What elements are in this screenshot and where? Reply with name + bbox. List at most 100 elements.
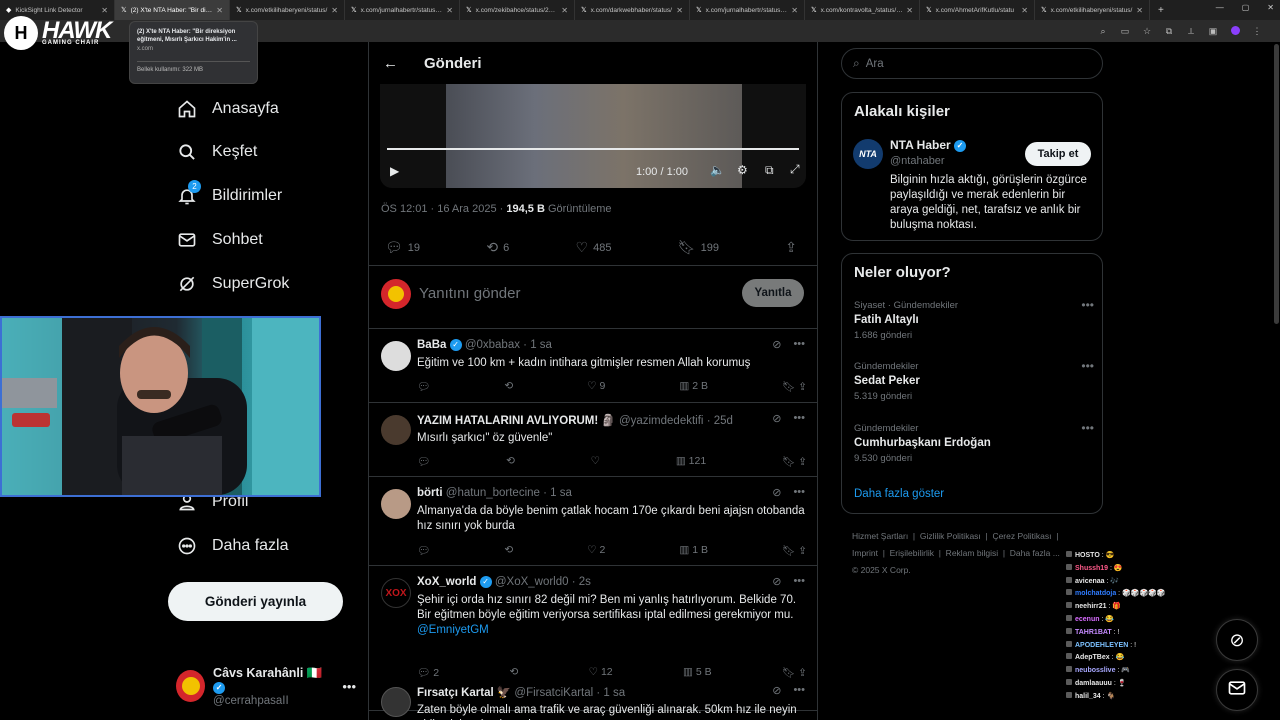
fullscreen-icon[interactable]: ⤢ <box>790 162 800 177</box>
video-progress-bar[interactable] <box>387 148 799 150</box>
footer-line[interactable]: Hizmet Şartları | Gizlilik Politikası | … <box>852 528 1092 545</box>
grok-icon[interactable]: ⊘ <box>772 412 781 425</box>
reply-item[interactable]: Fırsatçı Kartal 🦅 @FirsatciKartal · 1 sa… <box>369 675 817 720</box>
maximize-icon[interactable]: ▢ <box>1242 3 1250 12</box>
like-action[interactable]: ♡ 485 <box>576 239 612 256</box>
avatar[interactable]: NTA <box>853 139 883 169</box>
trend-item[interactable]: Gündemdekiler Cumhurbaşkanı Erdoğan 9.53… <box>854 421 1094 464</box>
repost-icon[interactable]: ⟲ <box>504 544 513 557</box>
close-tab-icon[interactable]: ✕ <box>561 6 568 15</box>
browser-tab[interactable]: 𝕏x.com/kontravolta_/status/20 ✕ <box>805 0 920 20</box>
share-icon[interactable]: 🔖︎ ⇪ <box>782 544 807 557</box>
share-icon[interactable]: 🔖︎ ⇪ <box>782 455 807 468</box>
more-icon[interactable]: ••• <box>793 486 805 499</box>
grok-icon[interactable]: ⊘ <box>772 575 781 588</box>
settings-icon[interactable]: ⚙ <box>737 163 748 177</box>
new-tab-icon[interactable]: + <box>1150 5 1164 16</box>
minimize-icon[interactable]: — <box>1216 3 1224 12</box>
profile-icon[interactable] <box>1226 25 1244 37</box>
play-icon[interactable]: ▶ <box>390 164 399 178</box>
close-tab-icon[interactable]: ✕ <box>331 6 338 15</box>
reply-action[interactable]: 💬︎ 19 <box>385 239 420 256</box>
more-icon[interactable]: ••• <box>1081 359 1094 373</box>
close-tab-icon[interactable]: ✕ <box>791 6 798 15</box>
more-icon[interactable]: ••• <box>342 679 356 694</box>
trend-item[interactable]: Gündemdekiler Sedat Peker 5.319 gönderi … <box>854 359 1094 402</box>
browser-tab[interactable]: 𝕏x.com/zekibahce/status/2000 ✕ <box>460 0 575 20</box>
nav-more[interactable]: Daha fazla <box>175 528 289 564</box>
nav-home[interactable]: Anasayfa <box>175 91 279 127</box>
reply-submit-button[interactable]: Yanıtla <box>742 279 804 307</box>
browser-tab[interactable]: 𝕏x.com/etkilihaberyeni/status/✕ <box>1035 0 1150 20</box>
zoom-icon[interactable]: ⌕ <box>1094 26 1112 37</box>
close-tab-icon[interactable]: ✕ <box>1021 6 1028 15</box>
close-tab-icon[interactable]: ✕ <box>676 6 683 15</box>
repost-icon[interactable]: ⟲ <box>506 455 515 468</box>
video-player[interactable]: ▶ 1:00 / 1:00 🔈 ⚙ ⧉ ⤢ <box>380 84 806 188</box>
reply-icon[interactable]: 💬︎ <box>417 455 430 468</box>
pip-icon[interactable]: ⧉ <box>765 163 774 178</box>
close-tab-icon[interactable]: ✕ <box>446 6 453 15</box>
views-icon[interactable]: ▥ 1 B <box>679 544 708 557</box>
more-icon[interactable]: ••• <box>793 338 805 351</box>
extension-icon[interactable]: ▣ <box>1204 26 1222 37</box>
repost-icon[interactable]: ⟲ <box>504 380 513 393</box>
menu-icon[interactable]: ⋮ <box>1248 26 1266 37</box>
reply-item[interactable]: BaBa ✓ @0xbabax · 1 sa ⊘ ••• Eğitim ve 10… <box>369 329 817 403</box>
page-scrollbar[interactable] <box>1274 44 1279 324</box>
more-icon[interactable]: ••• <box>1081 421 1094 435</box>
close-window-icon[interactable]: ✕ <box>1267 3 1274 12</box>
reply-item[interactable]: YAZIM HATALARINI AVLIYORUM! 🗿 @yazimdede… <box>369 403 817 477</box>
repost-action[interactable]: ⟲ 6 <box>486 239 509 256</box>
grok-icon[interactable]: ⊘ <box>772 338 781 351</box>
mention-link[interactable]: @EmniyetGM <box>417 624 489 636</box>
reply-item[interactable]: börti @hatun_bortecine · 1 sa ⊘ ••• Alman… <box>369 477 817 566</box>
heart-icon[interactable]: ♡ <box>591 455 600 468</box>
search-input[interactable]: ⌕ Ara <box>841 48 1103 79</box>
cast-icon[interactable]: ▭ <box>1116 26 1134 37</box>
grok-icon[interactable]: ⊘ <box>772 684 781 697</box>
share-icon[interactable]: 🔖︎ ⇪ <box>782 380 807 393</box>
nav-notifications[interactable]: 2 Bildirimler <box>175 178 282 214</box>
show-more-link[interactable]: Daha fazla göster <box>854 488 944 500</box>
close-tab-icon[interactable]: ✕ <box>906 6 913 15</box>
browser-tab[interactable]: 𝕏x.com/etkilihaberyeni/status/✕ <box>230 0 345 20</box>
more-icon[interactable]: ••• <box>793 684 805 697</box>
reply-icon[interactable]: 💬︎ <box>417 380 430 393</box>
volume-icon[interactable]: 🔈 <box>710 163 725 177</box>
url-field[interactable]: ntahaber/status/... <box>130 28 1094 35</box>
grok-button[interactable]: ⊘ <box>1216 619 1258 661</box>
extension-icon[interactable]: ⟂ <box>1182 26 1200 37</box>
share-action[interactable]: ⇪ <box>785 239 797 256</box>
back-arrow-icon[interactable]: ← <box>383 55 398 72</box>
browser-tab[interactable]: 𝕏x.com/jurnalhabertr/status/20 ✕ <box>690 0 805 20</box>
more-icon[interactable]: ••• <box>1081 298 1094 312</box>
reply-icon[interactable]: 💬︎ <box>417 544 430 557</box>
extensions-icon[interactable]: ⧉ <box>1160 26 1178 37</box>
close-tab-icon[interactable]: ✕ <box>216 6 223 15</box>
reply-input[interactable]: Yanıtını gönder <box>419 285 520 302</box>
grok-icon[interactable]: ⊘ <box>772 486 781 499</box>
post-button[interactable]: Gönderi yayınla <box>168 582 343 621</box>
trend-item[interactable]: Siyaset · Gündemdekiler Fatih Altaylı 1.… <box>854 298 1094 341</box>
browser-tab-active[interactable]: 𝕏 (2) X'te NTA Haber: "Bir direk ✕ <box>115 0 230 20</box>
nav-messages[interactable]: Sohbet <box>175 222 263 258</box>
nav-supergrok[interactable]: SuperGrok <box>175 266 289 302</box>
close-tab-icon[interactable]: ✕ <box>1136 6 1143 15</box>
heart-icon[interactable]: ♡ 2 <box>587 544 605 557</box>
follow-button[interactable]: Takip et <box>1025 142 1091 166</box>
footer-line[interactable]: Imprint | Erişilebilirlik | Reklam bilgi… <box>852 545 1092 562</box>
account-switcher[interactable]: Câvs Karahânli 🇮🇹 ✓ @cerrahpasaII ••• <box>176 666 356 707</box>
heart-icon[interactable]: ♡ 9 <box>587 380 605 393</box>
browser-tab[interactable]: 𝕏x.com/AhmetArifKutlu/statu ✕ <box>920 0 1035 20</box>
close-tab-icon[interactable]: ✕ <box>101 6 108 15</box>
nav-explore[interactable]: Keşfet <box>175 134 257 170</box>
browser-tab[interactable]: 𝕏x.com/jurnalhabertr/status/20 ✕ <box>345 0 460 20</box>
bookmark-star-icon[interactable]: ☆ <box>1138 26 1156 37</box>
browser-tab[interactable]: 𝕏x.com/darkwebhaber/status/✕ <box>575 0 690 20</box>
views-icon[interactable]: ▥ 121 <box>676 455 706 468</box>
more-icon[interactable]: ••• <box>793 412 805 425</box>
messages-button[interactable] <box>1216 669 1258 711</box>
bookmark-action[interactable]: 🔖︎ 199 <box>678 239 719 256</box>
more-icon[interactable]: ••• <box>793 575 805 588</box>
